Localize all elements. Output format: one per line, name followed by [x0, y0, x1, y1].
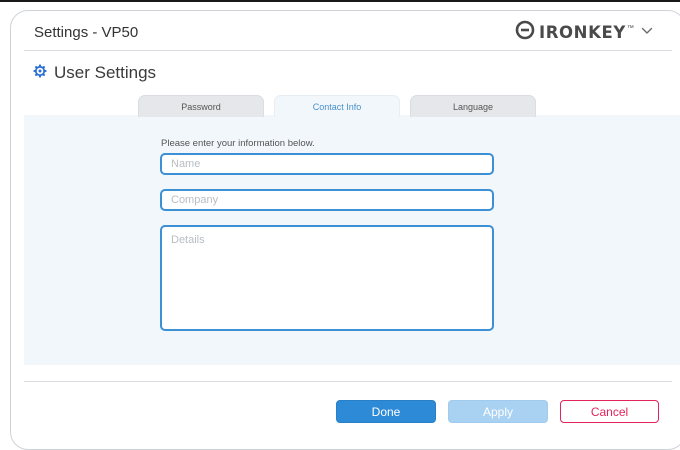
- cancel-button[interactable]: Cancel: [560, 400, 659, 423]
- header-divider: [24, 50, 672, 51]
- ironkey-logo-icon: [515, 20, 535, 45]
- tab-contact-info[interactable]: Contact Info: [274, 95, 400, 117]
- trademark-mark: ™: [626, 24, 634, 32]
- done-button[interactable]: Done: [336, 400, 436, 423]
- top-edge-line: [0, 0, 680, 2]
- footer-divider: [24, 381, 672, 382]
- apply-button[interactable]: Apply: [448, 400, 548, 423]
- window-title: Settings - VP50: [34, 24, 139, 41]
- company-input[interactable]: [160, 189, 494, 211]
- ironkey-logo: IRONKEY ™: [515, 20, 634, 44]
- section-title: User Settings: [54, 63, 157, 82]
- section-header: User Settings: [33, 63, 156, 83]
- brand-name: IRONKEY: [539, 22, 626, 42]
- gear-icon: [33, 64, 47, 83]
- chevron-down-icon[interactable]: [638, 22, 656, 40]
- tab-password[interactable]: Password: [138, 95, 264, 117]
- tab-language[interactable]: Language: [410, 95, 536, 117]
- details-textarea[interactable]: [160, 225, 494, 331]
- form-instruction: Please enter your information below.: [161, 138, 315, 149]
- name-input[interactable]: [160, 153, 494, 175]
